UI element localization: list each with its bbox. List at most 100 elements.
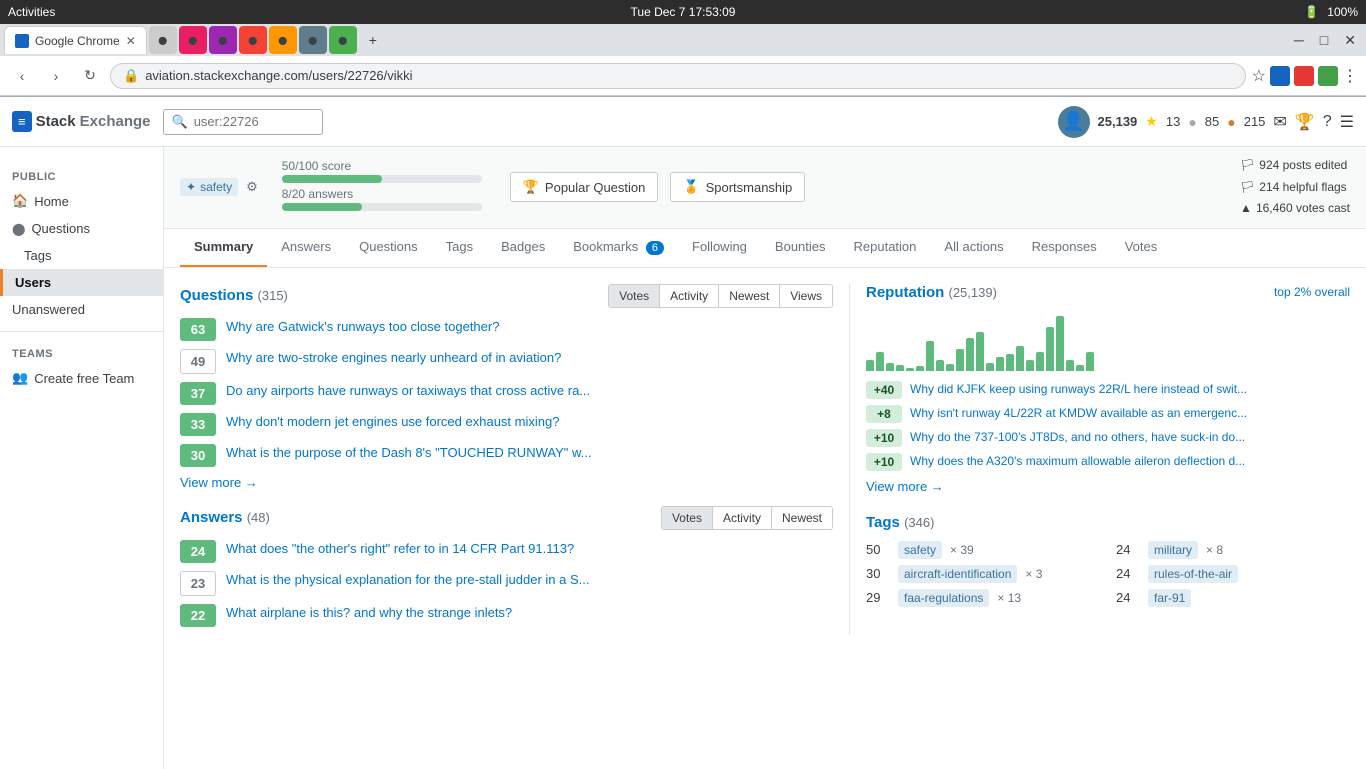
tab-other-3[interactable]: ⬤ xyxy=(209,26,237,54)
edit-icon: 🏳 xyxy=(1240,155,1255,177)
inbox-icon[interactable]: ✉ xyxy=(1273,112,1286,132)
sidebar-item-home[interactable]: 🏠 Home xyxy=(0,187,163,215)
a-link-2[interactable]: What airplane is this? and why the stran… xyxy=(226,604,833,622)
tag-name-1[interactable]: military xyxy=(1148,541,1198,559)
popular-question-badge[interactable]: 🏆 Popular Question xyxy=(510,172,659,202)
rep-link-2[interactable]: Why do the 737-100's JT8Ds, and no other… xyxy=(910,429,1350,446)
score-bar-fill xyxy=(282,175,382,183)
view-tab-newest[interactable]: Newest xyxy=(719,285,780,307)
a-link-0[interactable]: What does "the other's right" refer to i… xyxy=(226,540,833,558)
tag-name-0[interactable]: safety xyxy=(898,541,942,559)
avatar[interactable]: 👤 xyxy=(1058,106,1090,138)
tab-badges[interactable]: Badges xyxy=(487,229,559,267)
sidebar-item-questions[interactable]: ⬤ Questions xyxy=(0,215,163,242)
a-view-tab-activity[interactable]: Activity xyxy=(713,507,772,529)
view-tab-views[interactable]: Views xyxy=(780,285,832,307)
se-logo[interactable]: ≡ Stack Exchange xyxy=(12,111,151,132)
answers-link[interactable]: Answers xyxy=(180,509,247,526)
tab-answers[interactable]: Answers xyxy=(267,229,345,267)
tag-name-2[interactable]: aircraft-identification xyxy=(898,565,1017,583)
safety-tag-label: safety xyxy=(200,180,232,194)
refresh-button[interactable]: ↻ xyxy=(76,62,104,90)
tab-title: Google Chrome xyxy=(35,34,120,48)
q-link-1[interactable]: Why are two-stroke engines nearly unhear… xyxy=(226,349,833,367)
hamburger-icon[interactable]: ☰ xyxy=(1340,112,1354,132)
tab-all-actions[interactable]: All actions xyxy=(930,229,1017,267)
se-search-box[interactable]: 🔍 xyxy=(163,109,323,135)
tag-name-5[interactable]: far-91 xyxy=(1148,589,1191,607)
active-browser-tab[interactable]: Google Chrome ✕ xyxy=(4,26,147,54)
tab-close-button[interactable]: ✕ xyxy=(126,34,136,48)
star-icon[interactable]: ☆ xyxy=(1252,66,1266,86)
tab-other-7[interactable]: ⬤ xyxy=(329,26,357,54)
close-window-button[interactable]: ✕ xyxy=(1338,32,1362,49)
tab-votes[interactable]: Votes xyxy=(1111,229,1172,267)
sidebar-item-unanswered[interactable]: Unanswered xyxy=(0,296,163,323)
help-icon[interactable]: ? xyxy=(1323,113,1332,131)
answers-header: Answers (48) Votes Activity Newest xyxy=(180,506,833,530)
question-row-1: 49 Why are two-stroke engines nearly unh… xyxy=(180,349,833,374)
tags-count: (346) xyxy=(904,515,934,530)
tab-other-1[interactable]: ⬤ xyxy=(149,26,177,54)
forward-button[interactable]: › xyxy=(42,62,70,90)
ext-icon-3[interactable] xyxy=(1318,66,1338,86)
rep-link[interactable]: Reputation xyxy=(866,284,949,301)
tag-name-3[interactable]: rules-of-the-air xyxy=(1148,565,1238,583)
tab-responses[interactable]: Responses xyxy=(1018,229,1111,267)
tab-bounties[interactable]: Bounties xyxy=(761,229,840,267)
tab-summary[interactable]: Summary xyxy=(180,229,267,267)
sidebar-item-create-team[interactable]: 👥 Create free Team xyxy=(0,364,163,392)
questions-view-more[interactable]: View more → xyxy=(180,475,833,490)
tab-tags[interactable]: Tags xyxy=(432,229,487,267)
rep-link-0[interactable]: Why did KJFK keep using runways 22R/L he… xyxy=(910,381,1350,398)
a-view-tab-newest[interactable]: Newest xyxy=(772,507,832,529)
rep-link-1[interactable]: Why isn't runway 4L/22R at KMDW availabl… xyxy=(910,405,1350,422)
tab-other-2[interactable]: ⬤ xyxy=(179,26,207,54)
teams-label: TEAMS xyxy=(0,340,163,364)
url-box[interactable]: 🔒 aviation.stackexchange.com/users/22726… xyxy=(110,63,1246,89)
tab-questions[interactable]: Questions xyxy=(345,229,432,267)
rep-link-3[interactable]: Why does the A320's maximum allowable ai… xyxy=(910,453,1350,470)
tab-bookmarks[interactable]: Bookmarks 6 xyxy=(559,229,678,267)
q-link-3[interactable]: Why don't modern jet engines use forced … xyxy=(226,413,833,431)
rep-view-more[interactable]: View more → xyxy=(866,479,1350,494)
view-tab-activity[interactable]: Activity xyxy=(660,285,719,307)
safety-tag-badge[interactable]: ✦ safety xyxy=(180,178,238,196)
bookmarks-count: 6 xyxy=(646,241,664,255)
ext-icon-2[interactable] xyxy=(1294,66,1314,86)
rep-score-3: +10 xyxy=(866,453,902,471)
a-view-tab-votes[interactable]: Votes xyxy=(662,507,713,529)
tab-other-6[interactable]: ⬤ xyxy=(299,26,327,54)
q-link-2[interactable]: Do any airports have runways or taxiways… xyxy=(226,382,833,400)
tags-label: Tags xyxy=(24,248,51,263)
tags-link[interactable]: Tags xyxy=(866,514,904,531)
tab-reputation[interactable]: Reputation xyxy=(840,229,931,267)
tag-x-2: × 3 xyxy=(1025,567,1042,581)
view-tab-votes[interactable]: Votes xyxy=(609,285,660,307)
tab-new[interactable]: + xyxy=(359,26,387,54)
rep-chart-bar xyxy=(1046,327,1054,371)
q-link-4[interactable]: What is the purpose of the Dash 8's "TOU… xyxy=(226,444,833,462)
tab-following[interactable]: Following xyxy=(678,229,761,267)
rep-chart-bar xyxy=(1026,360,1034,371)
rep-header: Reputation (25,139) top 2% overall xyxy=(866,284,1350,301)
a-link-1[interactable]: What is the physical explanation for the… xyxy=(226,571,833,589)
search-input[interactable] xyxy=(194,114,314,129)
tab-other-5[interactable]: ⬤ xyxy=(269,26,297,54)
questions-link[interactable]: Questions xyxy=(180,287,258,304)
trophy-icon[interactable]: 🏆 xyxy=(1295,112,1315,132)
questions-icon: ⬤ xyxy=(12,222,25,236)
sportsmanship-badge[interactable]: 🏅 Sportsmanship xyxy=(670,172,805,202)
posts-edited-value: 924 posts edited xyxy=(1259,155,1347,177)
sidebar-item-tags[interactable]: Tags xyxy=(0,242,163,269)
q-link-0[interactable]: Why are Gatwick's runways too close toge… xyxy=(226,318,833,336)
maximize-button[interactable]: □ xyxy=(1314,32,1334,48)
settings-icon[interactable]: ⚙ xyxy=(246,179,258,195)
tag-name-4[interactable]: faa-regulations xyxy=(898,589,989,607)
tab-other-4[interactable]: ⬤ xyxy=(239,26,267,54)
back-button[interactable]: ‹ xyxy=(8,62,36,90)
menu-button[interactable]: ⋮ xyxy=(1342,66,1358,86)
sidebar-item-users[interactable]: Users xyxy=(0,269,163,296)
minimize-button[interactable]: ─ xyxy=(1288,32,1310,48)
ext-icon-1[interactable] xyxy=(1270,66,1290,86)
